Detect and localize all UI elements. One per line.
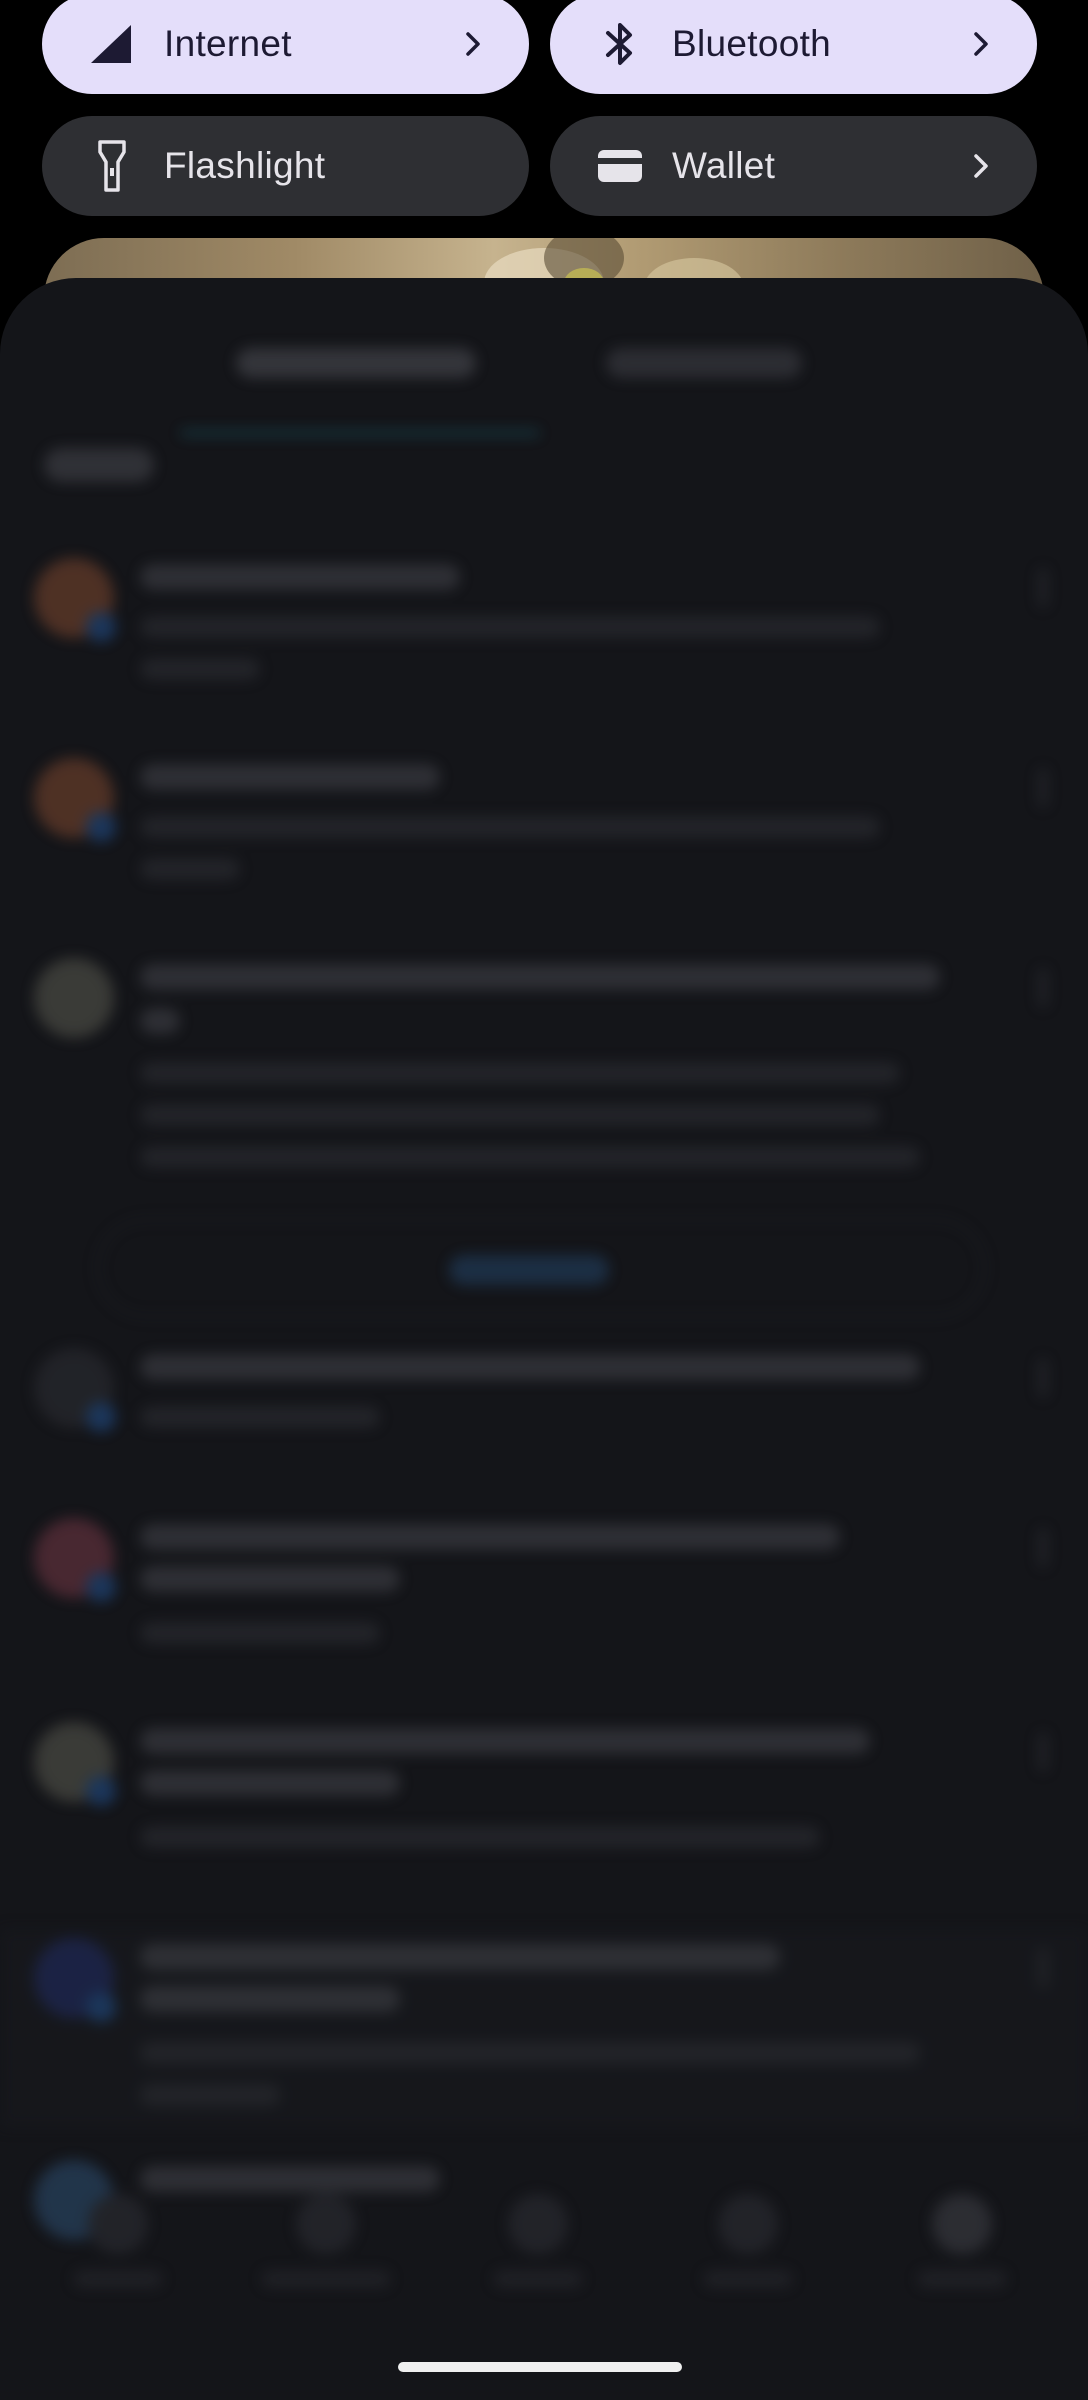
signal-icon xyxy=(84,16,140,72)
chevron-right-icon xyxy=(961,146,1001,186)
bluetooth-icon xyxy=(592,16,648,72)
wallet-icon xyxy=(592,138,648,194)
bluetooth-label: Bluetooth xyxy=(672,23,832,64)
wallet-label: Wallet xyxy=(672,145,776,186)
wallet-tile[interactable]: Wallet xyxy=(550,116,1037,216)
flashlight-icon xyxy=(84,138,140,194)
notification-shade-scrim xyxy=(0,278,1088,2400)
app-tabs xyxy=(0,318,1088,436)
bottom-navigation xyxy=(0,2184,1088,2324)
gesture-navigation-bar[interactable] xyxy=(398,2362,682,2372)
internet-tile[interactable]: Internet xyxy=(42,0,529,94)
flashlight-tile[interactable]: Flashlight xyxy=(42,116,529,216)
chevron-right-icon xyxy=(961,24,1001,64)
bluetooth-tile[interactable]: Bluetooth xyxy=(550,0,1037,94)
internet-label: Internet xyxy=(164,23,292,64)
flashlight-label: Flashlight xyxy=(164,145,326,186)
chevron-right-icon xyxy=(453,24,493,64)
